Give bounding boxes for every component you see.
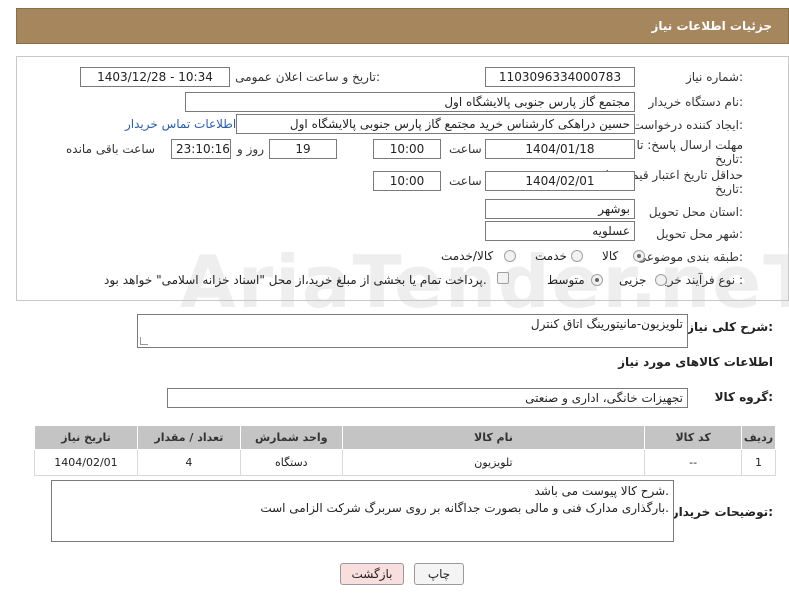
goods-group-field: تجهیزات خانگی، اداری و صنعتی	[167, 388, 688, 408]
buyer-notes-label: توضیحات خریدار:	[671, 505, 773, 519]
validity-label-date: تاریخ:	[715, 182, 743, 196]
province-field: بوشهر	[485, 199, 635, 219]
announce-date-label: تاریخ و ساعت اعلان عمومی:	[235, 70, 380, 84]
buyer-notes-line-2: بارگذاری مدارک فنی و مالی بصورت جداگانه …	[260, 501, 669, 515]
buyer-org-field: مجتمع گاز پارس جنوبی پالایشگاه اول	[185, 92, 635, 112]
buyer-contact-link[interactable]: اطلاعات تماس خریدار	[125, 117, 236, 131]
validity-date-field: 1404/02/01	[485, 171, 635, 191]
col-date-header: تاریخ نیاز	[34, 425, 138, 450]
description-label: شرح کلی نیاز:	[687, 320, 773, 334]
category-goods-service-radio[interactable]	[504, 250, 516, 262]
print-button[interactable]: چاپ	[414, 563, 464, 585]
category-service-label: خدمت	[535, 249, 567, 263]
col-code-header: کد کالا	[644, 425, 743, 450]
cell-code: --	[644, 449, 743, 476]
announce-date-field: 1403/12/28 - 10:34	[80, 67, 230, 87]
table-header-row: ردیف کد کالا نام کالا واحد شمارش تعداد /…	[34, 425, 776, 450]
creator-label: ایجاد کننده درخواست:	[632, 118, 743, 132]
category-goods-service-label: کالا/خدمت	[441, 249, 494, 263]
deadline-time-field: 10:00	[373, 139, 441, 159]
page-header: جزئیات اطلاعات نیاز	[16, 8, 789, 44]
category-goods-label: کالا	[602, 249, 619, 263]
process-medium-radio[interactable]	[591, 274, 603, 286]
province-label: استان محل تحویل:	[648, 205, 743, 219]
process-medium-label: متوسط	[547, 273, 585, 287]
remaining-time-label: ساعت باقی مانده	[66, 142, 156, 156]
deadline-date-field: 1404/01/18	[485, 139, 635, 159]
col-qty-header: تعداد / مقدار	[136, 425, 241, 450]
treasury-payment-note: پرداخت تمام یا بخشی از مبلغ خرید،از محل …	[104, 273, 487, 287]
city-label: شهر محل تحویل:	[656, 227, 743, 241]
page-title: جزئیات اطلاعات نیاز	[651, 19, 772, 33]
process-partial-label: جزیی	[619, 273, 647, 287]
cell-unit: دستگاه	[239, 449, 343, 476]
back-button[interactable]: بازگشت	[340, 563, 404, 585]
need-number-field: 1103096334000783	[485, 67, 635, 87]
process-partial-radio[interactable]	[655, 274, 667, 286]
days-remaining-field: 19	[269, 139, 337, 159]
goods-info-title: اطلاعات کالاهای مورد نیاز	[618, 355, 773, 369]
items-table: ردیف کد کالا نام کالا واحد شمارش تعداد /…	[34, 425, 776, 476]
col-row-header: ردیف	[741, 425, 776, 450]
cell-row: 1	[741, 449, 776, 476]
table-row: 1 -- تلویزیون دستگاه 4 1404/02/01	[34, 449, 776, 476]
col-name-header: نام کالا	[341, 425, 646, 450]
goods-group-label: گروه کالا:	[714, 390, 773, 404]
category-label: طبقه بندی موضوعی:	[636, 250, 743, 264]
creator-field: حسین دراهکی کارشناس خرید مجتمع گاز پارس …	[236, 114, 635, 134]
description-text: تلویزیون-مانیتورینگ اتاق کنترل	[530, 317, 683, 331]
cell-name: تلویزیون	[341, 449, 646, 476]
cell-date: 1404/02/01	[34, 449, 138, 476]
remaining-time-field: 23:10:16	[171, 139, 231, 159]
validity-time-label: ساعت	[449, 174, 482, 188]
treasury-payment-checkbox[interactable]	[497, 272, 509, 284]
category-service-radio[interactable]	[571, 250, 583, 262]
city-field: عسلویه	[485, 221, 635, 241]
days-label: روز و	[237, 142, 264, 156]
process-label: نوع فرآیند خرید :	[658, 273, 743, 287]
need-number-label: شماره نیاز:	[685, 70, 743, 84]
validity-time-field: 10:00	[373, 171, 441, 191]
cell-qty: 4	[136, 449, 241, 476]
deadline-time-label: ساعت	[449, 142, 482, 156]
col-unit-header: واحد شمارش	[239, 425, 343, 450]
category-goods-radio[interactable]	[633, 250, 645, 262]
resize-handle-icon[interactable]	[140, 337, 148, 345]
description-textarea[interactable]: تلویزیون-مانیتورینگ اتاق کنترل	[137, 314, 688, 348]
buyer-notes-textarea[interactable]: شرح کالا پیوست می باشد. بارگذاری مدارک ف…	[51, 480, 674, 542]
deadline-label-date: تاریخ:	[715, 152, 743, 166]
buyer-org-label: نام دستگاه خریدار:	[648, 95, 744, 109]
buyer-notes-line-1: شرح کالا پیوست می باشد.	[534, 484, 670, 498]
deadline-label: مهلت ارسال پاسخ: تا	[636, 138, 743, 152]
